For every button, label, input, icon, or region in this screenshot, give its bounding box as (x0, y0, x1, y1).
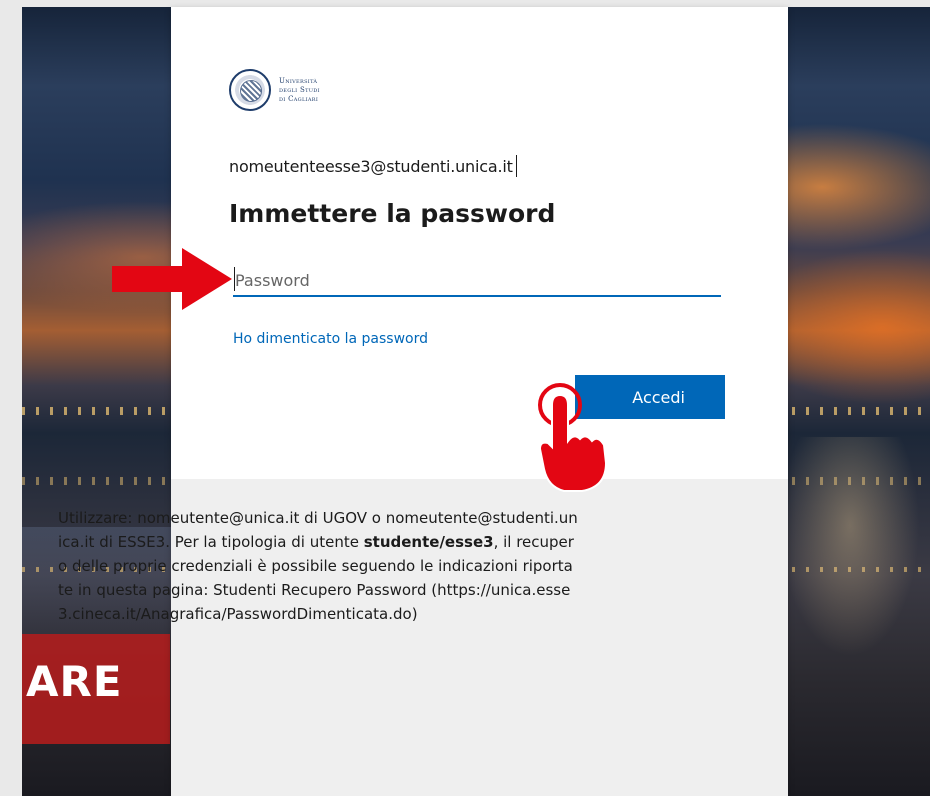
university-logo: Università degli Studi di Cagliari (229, 69, 320, 111)
screen: ARE Università degli Studi di Cagliari n… (0, 0, 930, 796)
university-seal-icon (229, 69, 271, 111)
credentials-info-text: Utilizzare: nomeutente@unica.it di UGOV … (58, 506, 578, 626)
university-name-line: di Cagliari (279, 94, 319, 103)
page-title: Immettere la password (229, 199, 556, 228)
right-arrow-icon (112, 248, 232, 310)
account-identity: nomeutenteesse3@studenti.unica.it (229, 155, 517, 177)
forgot-password-link[interactable]: Ho dimenticato la password (233, 331, 428, 347)
banner-text: ARE (26, 657, 123, 706)
info-text-bold: studente/esse3 (363, 533, 494, 551)
university-name: Università degli Studi di Cagliari (279, 77, 320, 104)
university-name-line: Università (279, 76, 318, 85)
city-glow (780, 437, 920, 657)
university-name-line: degli Studi (279, 85, 320, 94)
pointing-hand-icon (538, 383, 608, 492)
text-caret (234, 267, 235, 291)
login-card: Università degli Studi di Cagliari nomeu… (171, 7, 788, 796)
password-input[interactable] (233, 265, 721, 297)
login-form-section: Università degli Studi di Cagliari nomeu… (171, 7, 788, 479)
